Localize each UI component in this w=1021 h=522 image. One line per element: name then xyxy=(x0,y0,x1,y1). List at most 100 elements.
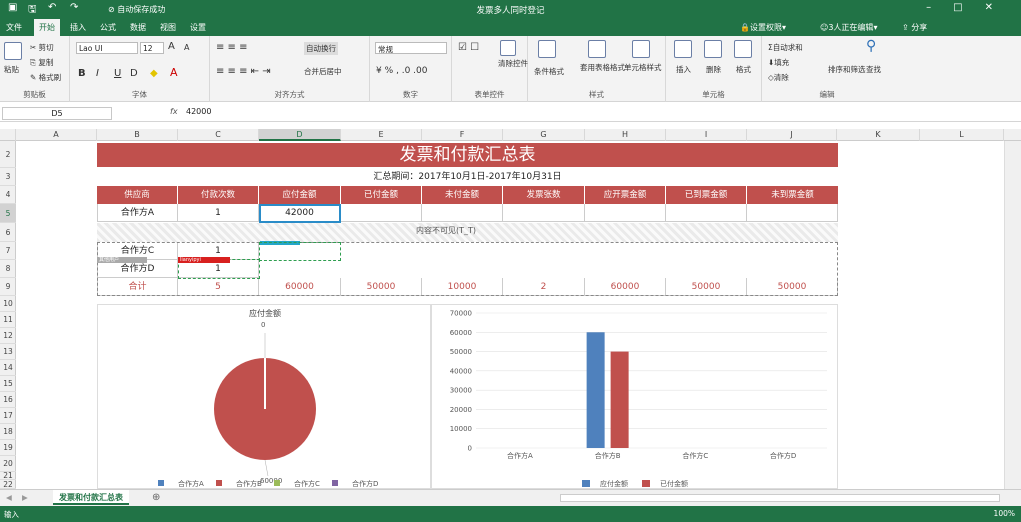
cell[interactable] xyxy=(666,204,747,222)
sheet-tab-summary[interactable]: 发票和付款汇总表 xyxy=(53,490,129,505)
tab-file[interactable]: 文件 xyxy=(6,22,22,33)
clear-controls-icon[interactable] xyxy=(500,40,516,56)
row-header[interactable]: 13 xyxy=(0,344,16,360)
number-format-select[interactable]: 常规 xyxy=(375,42,447,54)
copy-button[interactable]: ⎘ 复制 xyxy=(30,57,53,68)
font-color-icon[interactable]: A xyxy=(170,66,178,79)
insert-button[interactable]: 插入 xyxy=(676,64,691,75)
header-unpaid[interactable]: 未付金额 xyxy=(422,186,503,204)
decrease-font-button[interactable]: A xyxy=(184,43,189,52)
currency-icon[interactable]: ¥ % ‚ .0 .00 xyxy=(376,66,427,76)
align-left-icon[interactable]: ≡ ≡ ≡ ⇤ ⇥ xyxy=(216,66,271,77)
row-header[interactable]: 7 xyxy=(0,242,16,260)
conditional-format-button[interactable]: 条件格式 xyxy=(534,66,564,77)
tab-nav-right-icon[interactable]: ▶ xyxy=(22,493,28,502)
merge-center-button[interactable]: 合并后居中 xyxy=(304,66,342,77)
tab-view[interactable]: 视图 xyxy=(160,22,176,33)
bar-chart[interactable]: 0 10000 20000 30000 40000 50000 60000 70000 合作方A… xyxy=(431,304,838,489)
clear-button[interactable]: ◇清除 xyxy=(768,72,789,83)
cell-count-a[interactable]: 1 xyxy=(178,204,259,222)
paste-button[interactable]: 粘贴 xyxy=(4,64,19,75)
col-header-b[interactable]: B xyxy=(97,129,178,141)
col-header-k[interactable]: K xyxy=(837,129,920,141)
format-painter-button[interactable]: ✎ 格式刷 xyxy=(30,72,61,83)
row-header[interactable]: 18 xyxy=(0,424,16,440)
add-sheet-icon[interactable]: ⊕ xyxy=(152,492,160,503)
select-all-corner[interactable] xyxy=(0,129,16,141)
active-cell-d5[interactable] xyxy=(259,204,341,223)
header-payment-count[interactable]: 付款次数 xyxy=(178,186,259,204)
cell-style-icon[interactable] xyxy=(632,40,650,58)
coedit-status[interactable]: ☺3人正在编辑▾ xyxy=(820,22,877,33)
tab-data[interactable]: 数据 xyxy=(130,22,146,33)
row-header[interactable]: 22 xyxy=(0,480,16,489)
col-header-c[interactable]: C xyxy=(178,129,259,141)
row-header[interactable]: 9 xyxy=(0,278,16,296)
wrap-text-button[interactable]: 自动换行 xyxy=(304,42,338,55)
cell[interactable] xyxy=(585,204,666,222)
tab-formulas[interactable]: 公式 xyxy=(100,22,116,33)
cell[interactable] xyxy=(422,204,503,222)
col-header-i[interactable]: I xyxy=(666,129,747,141)
formula-input[interactable]: 42000 xyxy=(186,107,211,116)
name-box[interactable]: D5 xyxy=(2,107,112,120)
col-header-d[interactable]: D xyxy=(259,129,341,141)
report-period[interactable]: 汇总期间：2017年10月1日-2017年10月31日 xyxy=(97,169,838,182)
row-header[interactable]: 10 xyxy=(0,296,16,312)
conditional-format-icon[interactable] xyxy=(538,40,556,58)
row-header[interactable]: 12 xyxy=(0,328,16,344)
col-header-a[interactable]: A xyxy=(16,129,97,141)
row-header[interactable]: 17 xyxy=(0,408,16,424)
report-title[interactable]: 发票和付款汇总表 xyxy=(97,143,838,167)
format-cells-icon[interactable] xyxy=(734,40,752,58)
clear-controls-button[interactable]: 清除控件 xyxy=(498,58,528,69)
row-header[interactable]: 14 xyxy=(0,360,16,376)
cell-style-button[interactable]: 单元格样式 xyxy=(624,62,662,73)
horizontal-scrollbar[interactable] xyxy=(560,494,1000,502)
pie-chart[interactable]: 应付金额 0 60000 合作方A 合作方B 合作方C 合作方D xyxy=(97,304,431,489)
paste-icon[interactable] xyxy=(4,42,22,60)
tab-settings[interactable]: 设置 xyxy=(190,22,206,33)
row-header[interactable]: 3 xyxy=(0,168,16,186)
increase-font-button[interactable]: A xyxy=(168,41,175,52)
font-name-select[interactable]: Lao UI xyxy=(76,42,138,54)
row-header[interactable]: 16 xyxy=(0,392,16,408)
fill-button[interactable]: ⬇填充 xyxy=(768,57,789,68)
align-top-icon[interactable]: ≡ ≡ ≡ xyxy=(216,42,248,53)
window-controls[interactable]: –□✕ xyxy=(926,2,1015,13)
cell[interactable] xyxy=(341,204,422,222)
header-payable[interactable]: 应付金额 xyxy=(259,186,341,204)
row-header[interactable]: 20 xyxy=(0,456,16,472)
italic-button[interactable]: I xyxy=(96,68,99,79)
row-header[interactable]: 5 xyxy=(0,204,16,223)
col-header-e[interactable]: E xyxy=(341,129,422,141)
tab-nav-left-icon[interactable]: ◀ xyxy=(6,493,12,502)
strike-button[interactable]: D xyxy=(130,68,138,79)
autosum-button[interactable]: Σ自动求和 xyxy=(768,42,803,53)
sort-filter-button[interactable]: 排序和筛选 xyxy=(828,64,866,75)
cell-supplier-a[interactable]: 合作方A xyxy=(97,204,178,222)
table-format-icon[interactable] xyxy=(588,40,606,58)
col-header-g[interactable]: G xyxy=(503,129,585,141)
row-header[interactable]: 19 xyxy=(0,440,16,456)
insert-cells-icon[interactable] xyxy=(674,40,692,58)
col-header-l[interactable]: L xyxy=(920,129,1004,141)
delete-button[interactable]: 删除 xyxy=(706,64,721,75)
cell[interactable] xyxy=(503,204,585,222)
table-format-button[interactable]: 套用表格格式 xyxy=(580,62,625,73)
row-header[interactable]: 6 xyxy=(0,223,16,242)
fill-color-icon[interactable]: ◆ xyxy=(150,68,158,79)
share-button[interactable]: ⇪ 分享 xyxy=(902,22,927,33)
vertical-scrollbar[interactable] xyxy=(1004,141,1021,489)
row-header[interactable]: 4 xyxy=(0,186,16,204)
row-header[interactable]: 21 xyxy=(0,472,16,480)
find-button[interactable]: 查找 xyxy=(866,64,881,75)
col-header-h[interactable]: H xyxy=(585,129,666,141)
header-paid[interactable]: 已付金额 xyxy=(341,186,422,204)
bold-button[interactable]: B xyxy=(78,68,86,79)
zoom-level[interactable]: 100% xyxy=(994,509,1015,518)
format-button[interactable]: 格式 xyxy=(736,64,751,75)
checkbox-control-icon[interactable]: ☑ ☐ xyxy=(458,42,479,53)
cut-button[interactable]: ✂ 剪切 xyxy=(30,42,54,53)
row-header[interactable]: 2 xyxy=(0,141,16,168)
